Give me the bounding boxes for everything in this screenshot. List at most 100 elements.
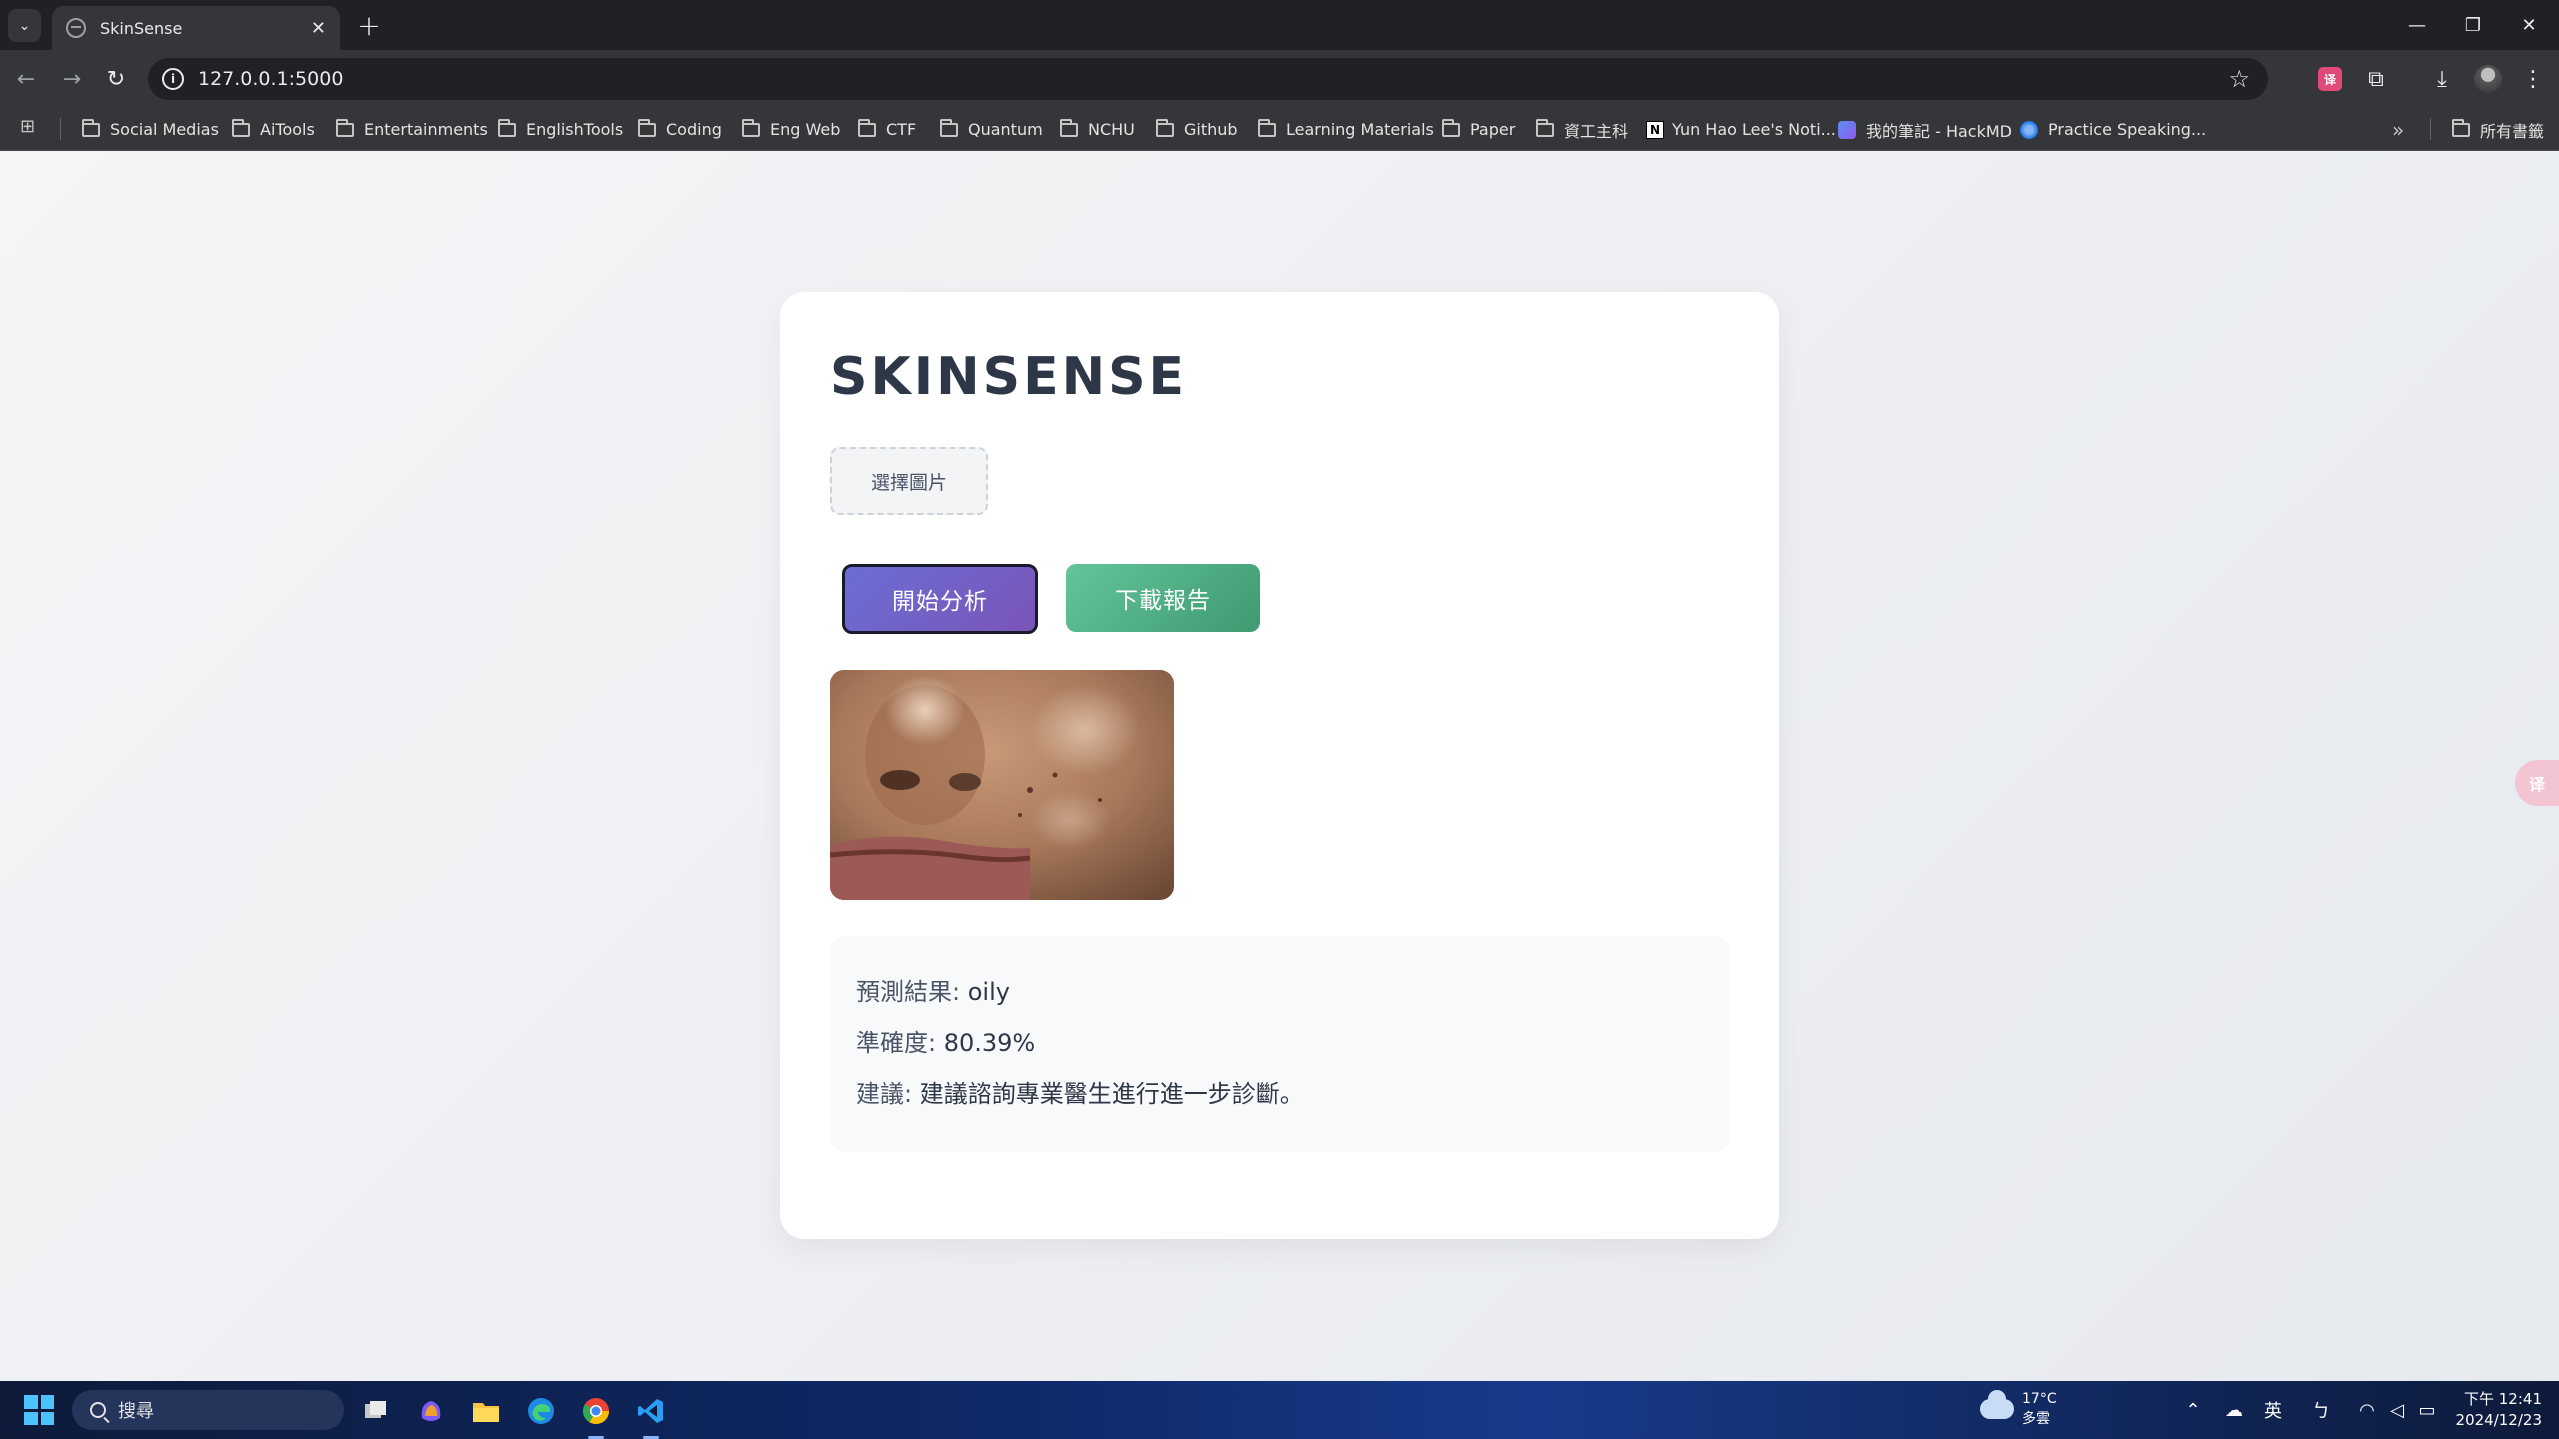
browser-toolbar: ← → ↻ i 127.0.0.1:5000 ☆ 译 ⧉ ⤓ ⋮ — [0, 50, 2559, 108]
clock-time: 下午 12:41 — [2464, 1390, 2542, 1408]
folder-icon — [1442, 118, 1460, 137]
result-panel: 預測結果: oily 準確度: 80.39% 建議: 建議諮詢專業醫生進行進一步… — [830, 936, 1730, 1152]
bookmark-coding[interactable]: Coding — [638, 108, 722, 151]
extensions-icon[interactable]: ⧉ — [2360, 63, 2392, 95]
notion-icon: N — [1646, 120, 1664, 139]
folder-icon — [82, 118, 100, 137]
new-tab-icon[interactable]: + — [352, 8, 386, 42]
face-photo-illustration — [830, 670, 1174, 900]
page-viewport: SKINSENSE 選擇圖片 開始分析 下載報告 預測結果: oily 準確度:… — [0, 152, 2559, 1381]
accuracy-label: 準確度: — [856, 1029, 944, 1057]
windows-start-icon[interactable] — [24, 1395, 54, 1425]
wifi-icon[interactable]: ◠ — [2352, 1381, 2382, 1439]
edge-browser-icon[interactable] — [523, 1393, 559, 1429]
forward-icon[interactable]: → — [56, 63, 88, 95]
uploaded-face-image — [830, 670, 1174, 900]
folder-icon — [1258, 118, 1276, 137]
bookmark-eng-web[interactable]: Eng Web — [742, 108, 840, 151]
tray-overflow-icon[interactable]: ⌃ — [2178, 1381, 2208, 1439]
profile-avatar[interactable] — [2474, 65, 2502, 93]
translate-extension-icon[interactable]: 译 — [2318, 67, 2342, 91]
clock-date: 2024/12/23 — [2455, 1411, 2542, 1429]
browser-tab-bar: ⌄ SkinSense ✕ + — ❐ ✕ — [0, 0, 2559, 50]
bookmark-hackmd[interactable]: 我的筆記 - HackMD — [1838, 108, 2012, 151]
prediction-label: 預測結果: — [856, 978, 968, 1006]
address-bar[interactable]: i 127.0.0.1:5000 ☆ — [148, 58, 2268, 100]
weather-widget[interactable]: 17°C 多雲 — [1980, 1389, 2057, 1429]
reload-icon[interactable]: ↻ — [100, 63, 132, 95]
choose-image-button[interactable]: 選擇圖片 — [830, 447, 988, 515]
bookmark-cs-core[interactable]: 資工主科 — [1536, 108, 1628, 151]
folder-icon — [1536, 118, 1554, 137]
ime-bopomofo-icon[interactable]: ㄅ — [2306, 1381, 2336, 1439]
bookmark-englishtools[interactable]: EnglishTools — [498, 108, 623, 151]
bookmark-entertainments[interactable]: Entertainments — [336, 108, 488, 151]
bookmark-practice-speaking[interactable]: Practice Speaking... — [2020, 108, 2206, 151]
battery-icon[interactable]: ▭ — [2412, 1381, 2442, 1439]
volume-icon[interactable]: ◁ — [2382, 1381, 2412, 1439]
analyze-button[interactable]: 開始分析 — [842, 564, 1038, 634]
advice-label: 建議: — [856, 1080, 920, 1108]
menu-kebab-icon[interactable]: ⋮ — [2517, 63, 2549, 95]
prediction-value: oily — [967, 978, 1010, 1006]
bookmark-notion[interactable]: N Yun Hao Lee's Noti... — [1646, 108, 1836, 151]
minimize-icon[interactable]: — — [2389, 0, 2445, 50]
url-text[interactable]: 127.0.0.1:5000 — [198, 68, 343, 90]
bookmark-paper[interactable]: Paper — [1442, 108, 1515, 151]
apps-grid-icon[interactable]: ⊞ — [20, 116, 35, 137]
chrome-browser-icon[interactable] — [578, 1393, 614, 1439]
bookmark-quantum[interactable]: Quantum — [940, 108, 1043, 151]
bookmark-social-medias[interactable]: Social Medias — [82, 108, 219, 151]
site-info-icon[interactable]: i — [162, 68, 184, 90]
search-icon — [90, 1402, 106, 1418]
folder-icon — [2452, 118, 2470, 137]
browser-tab[interactable]: SkinSense ✕ — [52, 6, 340, 50]
practice-speaking-icon — [2020, 120, 2038, 139]
bookmark-nchu[interactable]: NCHU — [1060, 108, 1135, 151]
folder-icon — [940, 118, 958, 137]
bookmarks-divider — [60, 118, 61, 140]
windows-taskbar: 搜尋 17°C 多雲 ⌃ ☁ 英 ㄅ ◠ ◁ ▭ 下午 12:41 2024/1… — [0, 1381, 2559, 1439]
weather-temperature: 17°C — [2022, 1391, 2057, 1407]
app-title: SKINSENSE — [830, 347, 1188, 407]
onedrive-offline-icon[interactable]: ☁ — [2218, 1381, 2250, 1439]
tab-title: SkinSense — [100, 18, 183, 38]
download-icon[interactable]: ⤓ — [2426, 63, 2458, 95]
tab-close-icon[interactable]: ✕ — [311, 18, 326, 39]
vscode-icon[interactable] — [633, 1393, 669, 1439]
bookmark-aitools[interactable]: AiTools — [232, 108, 315, 151]
hackmd-icon — [1838, 120, 1856, 139]
bookmark-github[interactable]: Github — [1156, 108, 1238, 151]
bookmarks-divider — [2430, 118, 2431, 140]
taskbar-search-box[interactable]: 搜尋 — [72, 1390, 344, 1430]
copilot-icon[interactable] — [413, 1393, 449, 1429]
folder-icon — [336, 118, 354, 137]
accuracy-row: 準確度: 80.39% — [856, 1027, 1704, 1078]
bookmark-star-icon[interactable]: ☆ — [2228, 65, 2250, 93]
bookmark-learning-materials[interactable]: Learning Materials — [1258, 108, 1434, 151]
bookmark-ctf[interactable]: CTF — [858, 108, 916, 151]
folder-icon — [498, 118, 516, 137]
advice-value: 建議諮詢專業醫生進行進一步診斷。 — [919, 1080, 1304, 1108]
weather-description: 多雲 — [2022, 1411, 2050, 1427]
close-window-icon[interactable]: ✕ — [2501, 0, 2557, 50]
more-bookmarks-icon[interactable]: » — [2392, 108, 2404, 151]
bookmarks-bar: ⊞ Social Medias AiTools Entertainments E… — [0, 108, 2559, 151]
folder-icon — [638, 118, 656, 137]
task-view-icon[interactable] — [358, 1393, 394, 1429]
folder-icon — [1060, 118, 1078, 137]
app-card: SKINSENSE 選擇圖片 開始分析 下載報告 預測結果: oily 準確度:… — [780, 292, 1779, 1239]
back-icon[interactable]: ← — [10, 63, 42, 95]
taskbar-search-placeholder: 搜尋 — [118, 1401, 154, 1422]
floating-translate-icon[interactable]: 译 — [2515, 760, 2559, 806]
tab-search-icon[interactable]: ⌄ — [8, 9, 41, 42]
prediction-row: 預測結果: oily — [856, 976, 1704, 1027]
all-bookmarks[interactable]: 所有書籤 — [2452, 108, 2544, 151]
cloud-icon — [1980, 1390, 2014, 1419]
download-report-button[interactable]: 下載報告 — [1066, 564, 1260, 632]
file-explorer-icon[interactable] — [468, 1393, 504, 1429]
system-clock[interactable]: 下午 12:41 2024/12/23 — [2450, 1389, 2542, 1431]
ime-mode-label[interactable]: 英 — [2258, 1381, 2288, 1439]
restore-icon[interactable]: ❐ — [2445, 0, 2501, 50]
advice-row: 建議: 建議諮詢專業醫生進行進一步診斷。 — [856, 1078, 1704, 1129]
